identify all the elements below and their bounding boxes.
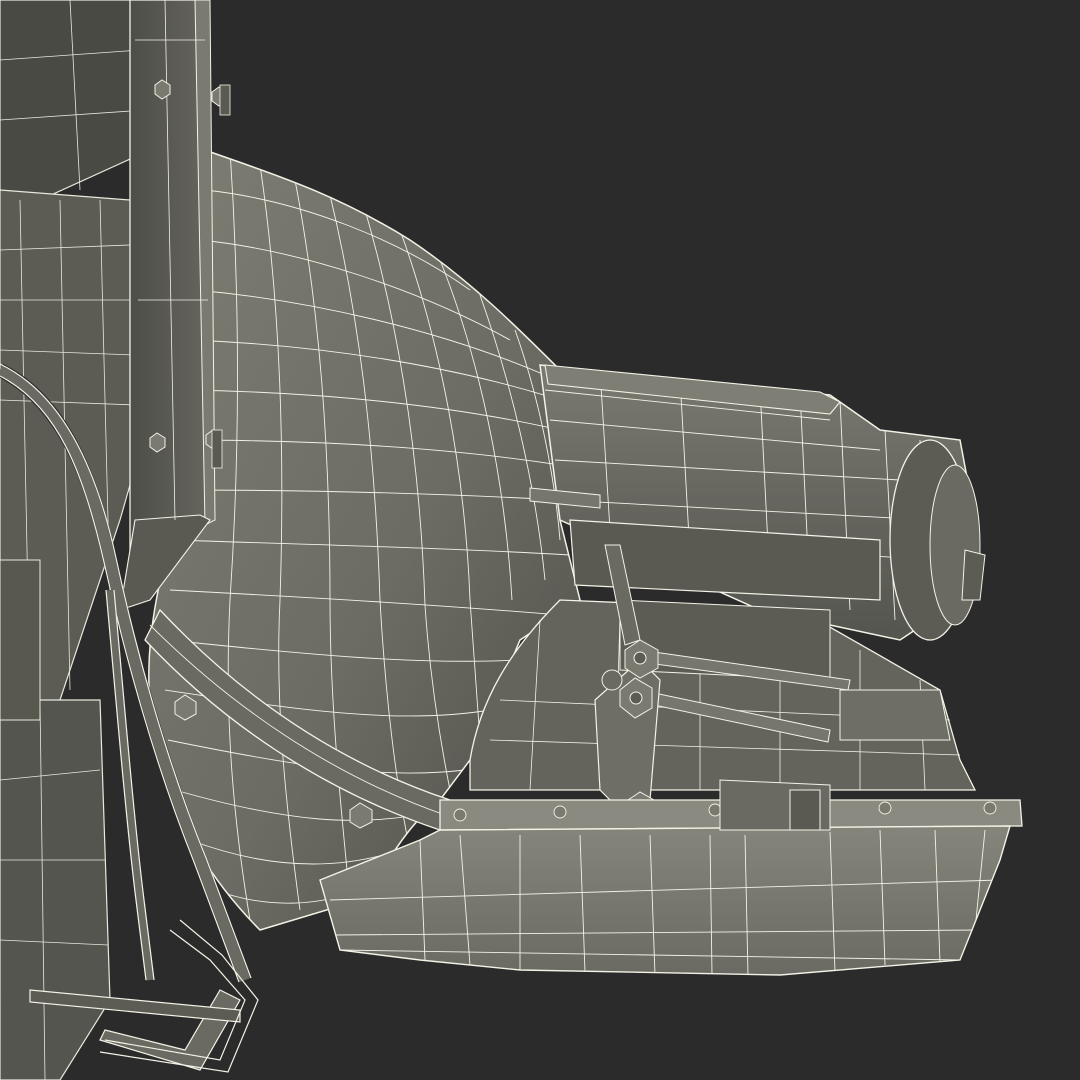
render-viewport	[0, 0, 1080, 1080]
transmission-model	[0, 0, 1080, 1080]
